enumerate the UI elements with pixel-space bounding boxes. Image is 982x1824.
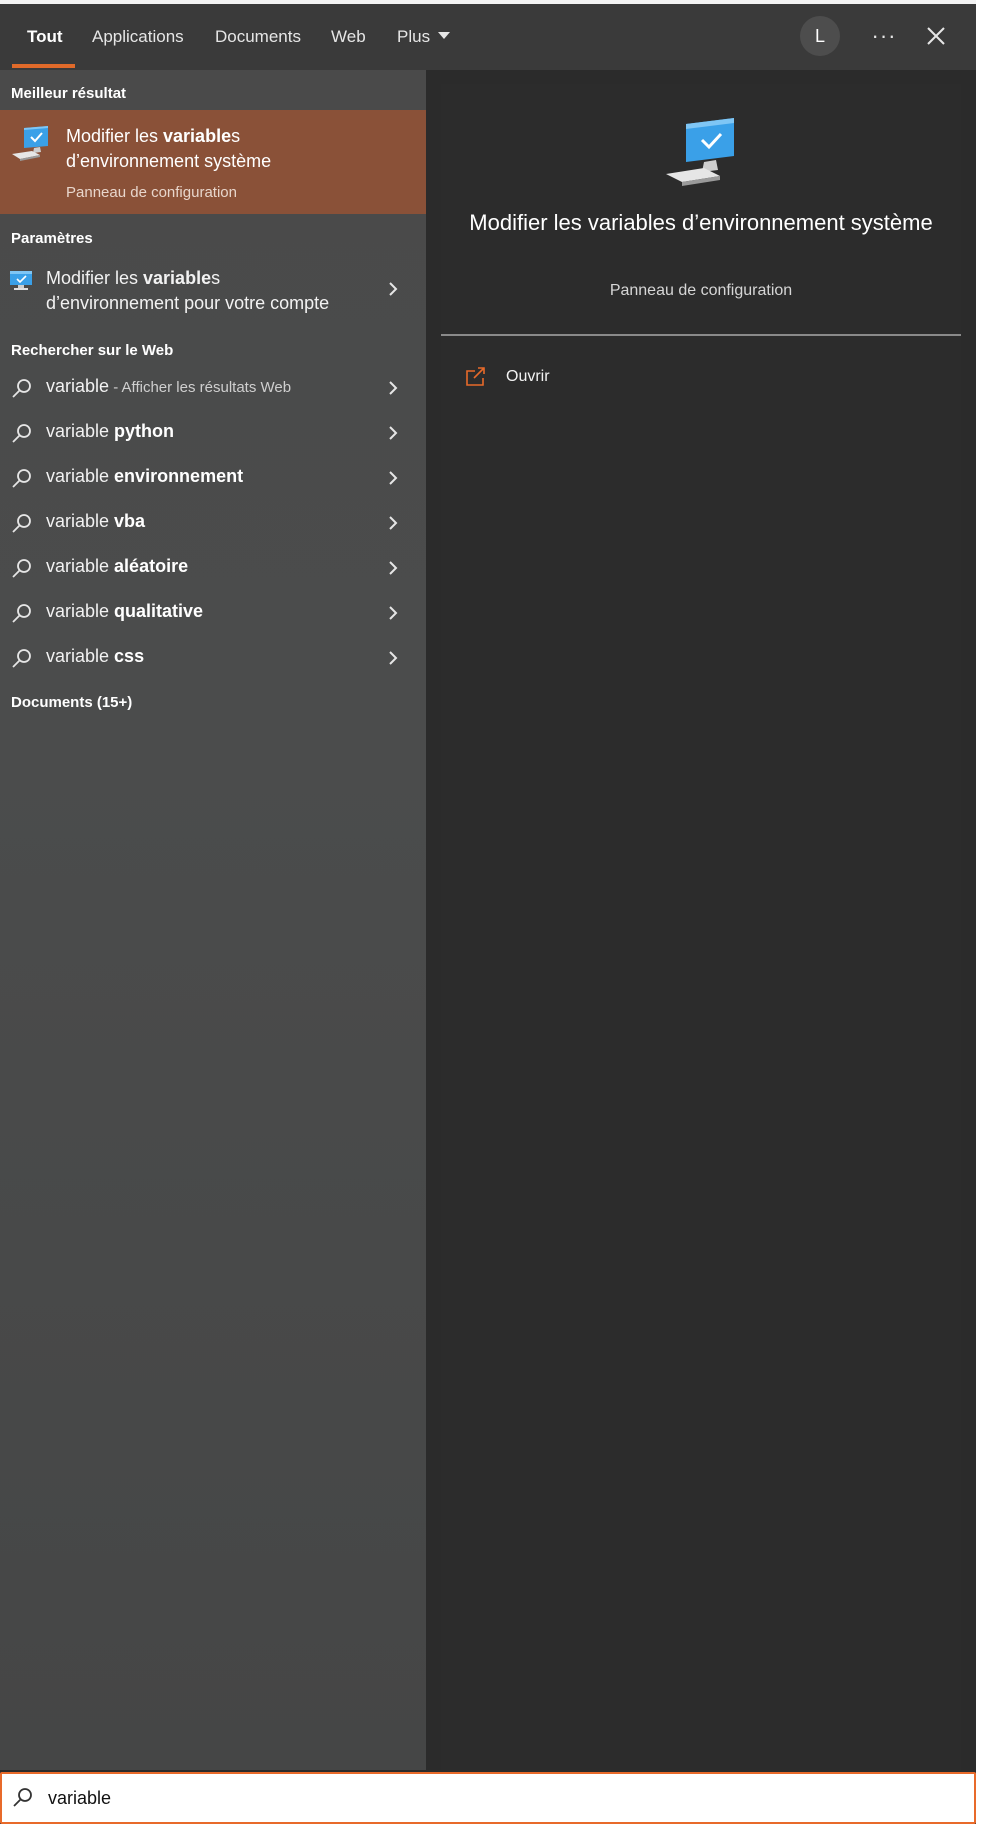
preview-title: Modifier les variables d’environnement s… [469,210,933,235]
tab-applications[interactable]: Applications [92,4,184,70]
web-suggestion-term: environnement [114,466,244,486]
chevron-down-icon [438,32,451,40]
background-window-edge [976,0,982,1824]
active-tab-indicator [12,64,75,68]
web-suggestion-prefix: variable [46,601,115,621]
open-external-icon [466,367,485,386]
web-suggestion-term: aléatoire [114,556,189,576]
search-icon [12,604,31,623]
preview-divider [441,334,961,336]
settings-result-pre: Modifier les [46,268,144,288]
documents-heading[interactable]: Documents (15+) [11,694,132,711]
preview-subtitle: Panneau de configuration [609,282,793,299]
tab-web[interactable]: Web [331,4,366,70]
open-label: Ouvrir [506,368,550,385]
tab-more[interactable]: Plus [397,4,451,70]
chevron-right-icon [389,606,398,620]
web-suggestion-label: variable python [46,421,174,442]
web-suggestion-item[interactable]: variable aléatoire [0,545,426,590]
close-icon [927,27,945,45]
settings-heading: Paramètres [11,230,93,247]
web-suggestion-item[interactable]: variable css [0,635,426,680]
monitor-icon [10,271,32,290]
chevron-right-icon [389,426,398,440]
chevron-right-icon [389,471,398,485]
web-search-heading: Rechercher sur le Web [11,342,174,359]
result-preview-pane: Modifier les variables d’environnement s… [441,84,961,1770]
web-suggestion-term: css [114,646,145,666]
best-match-subtitle: Panneau de configuration [66,184,237,201]
best-match-title-post: s [231,126,241,146]
chevron-right-icon [389,516,398,530]
search-icon [12,649,31,668]
best-match-title-pre: Modifier les [66,126,164,146]
open-action[interactable]: Ouvrir [465,362,665,394]
search-icon [13,1788,32,1807]
web-suggestion-item[interactable]: variable environnement [0,455,426,500]
tab-all[interactable]: Tout [27,4,63,70]
settings-result-bold: variable [143,268,212,288]
web-suggestion-label: variable css [46,646,144,667]
settings-result-item[interactable]: Modifier les variables d’environnement p… [0,258,426,320]
search-icon [12,424,31,443]
chevron-right-icon [389,282,398,296]
web-suggestion-item[interactable]: variable vba [0,500,426,545]
search-input[interactable] [46,1782,950,1814]
web-result-query: variable [46,376,110,396]
more-options-icon[interactable]: ··· [868,16,900,56]
web-suggestion-term: vba [114,511,146,531]
web-suggestion-prefix: variable [46,466,115,486]
computer-check-icon [12,126,48,161]
web-result-hint: - Afficher les résultats Web [109,379,292,396]
search-icon [12,559,31,578]
close-button[interactable] [920,20,952,52]
web-suggestion-label: variable qualitative [46,601,203,622]
best-match-title-line2: d’environnement système [66,151,272,171]
chevron-right-icon [389,381,398,395]
search-box[interactable] [0,1772,976,1824]
web-result-label: variable - Afficher les résultats Web [46,376,291,397]
account-avatar[interactable]: L [800,16,840,56]
search-icon [12,514,31,533]
tab-more-label: Plus [397,27,431,46]
web-suggestion-label: variable aléatoire [46,556,188,577]
chevron-right-icon [389,561,398,575]
search-filter-bar: Tout Applications Documents Web Plus L ·… [0,4,976,70]
results-list: Meilleur résultat Modifier les variables… [0,70,426,1770]
tab-documents[interactable]: Documents [215,4,301,70]
web-suggestion-prefix: variable [46,556,115,576]
web-suggestion-term: qualitative [114,601,204,621]
search-icon [12,469,31,488]
start-search-panel: Tout Applications Documents Web Plus L ·… [0,4,976,1824]
web-suggestion-prefix: variable [46,511,115,531]
chevron-right-icon [389,651,398,665]
web-suggestion-item[interactable]: variable qualitative [0,590,426,635]
web-suggestion-item[interactable]: variable python [0,410,426,455]
best-match-title: Modifier les variables d’environnement s… [66,124,406,174]
web-suggestion-prefix: variable [46,646,115,666]
settings-result-post: s [211,268,221,288]
search-icon [12,379,31,398]
settings-result-label: Modifier les variables d’environnement p… [46,266,376,316]
web-result-item[interactable]: variable - Afficher les résultats Web [0,365,426,410]
settings-result-line2: d’environnement pour votre compte [46,293,330,313]
best-match-title-bold: variable [163,126,232,146]
best-match-item[interactable]: Modifier les variables d’environnement s… [0,110,426,214]
web-suggestion-label: variable environnement [46,466,243,487]
computer-check-icon [666,118,734,186]
web-suggestion-term: python [114,421,175,441]
web-suggestion-prefix: variable [46,421,115,441]
web-suggestion-label: variable vba [46,511,145,532]
best-match-heading: Meilleur résultat [11,85,127,102]
